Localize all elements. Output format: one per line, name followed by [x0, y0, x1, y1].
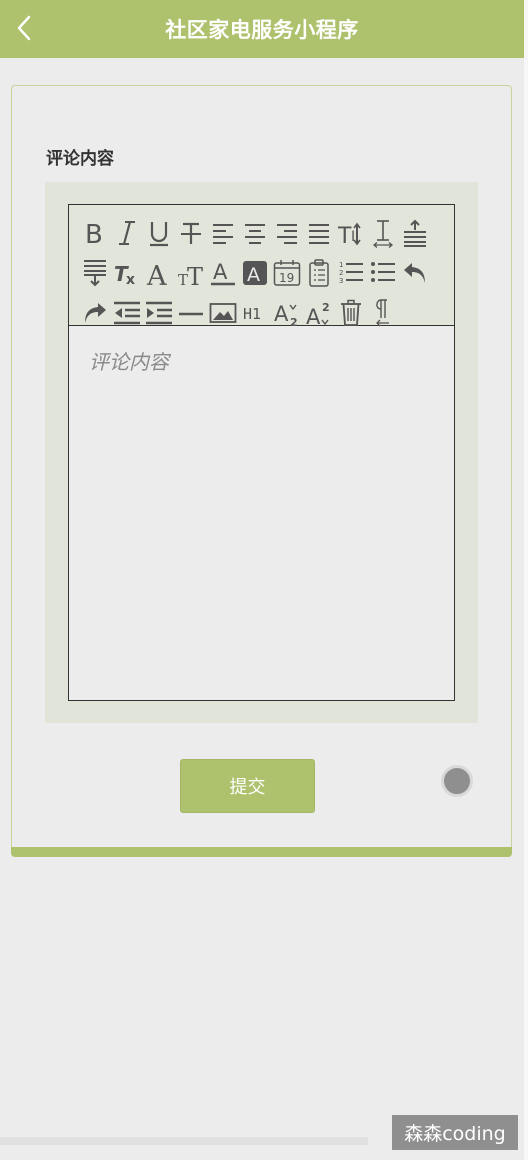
text-size-icon: TT: [178, 263, 203, 287]
ordered-list-button[interactable]: 123: [335, 253, 367, 293]
redo-icon: [85, 303, 106, 323]
spacing-after-button[interactable]: [79, 253, 111, 293]
bold-button[interactable]: B: [79, 213, 111, 253]
strikethrough-icon: [181, 222, 201, 244]
page-title: 社区家电服务小程序: [165, 18, 359, 42]
font-size-adjust-button[interactable]: TT: [175, 253, 207, 293]
svg-text:A: A: [274, 302, 289, 326]
submit-button[interactable]: 提交: [180, 759, 315, 813]
checklist-button[interactable]: [303, 253, 335, 293]
image-icon: [209, 303, 237, 323]
font-family-icon: A: [146, 261, 167, 287]
undo-button[interactable]: [399, 253, 431, 293]
spacing-before-button[interactable]: [399, 213, 431, 253]
indent-button[interactable]: [143, 293, 175, 333]
svg-text:19: 19: [279, 271, 294, 285]
subscript-button[interactable]: A2: [271, 293, 303, 333]
italic-icon: [119, 221, 135, 245]
svg-text:T: T: [337, 224, 352, 247]
bullet-list-button[interactable]: [367, 253, 399, 293]
pilcrow-icon: [376, 299, 389, 327]
text-direction-button[interactable]: [367, 293, 399, 333]
line-height-button[interactable]: [367, 213, 399, 253]
svg-text:A: A: [146, 261, 167, 287]
chevron-left-icon: [17, 15, 31, 41]
strikethrough-button[interactable]: [175, 213, 207, 253]
comment-form-card: 评论内容 B T I T x A T T A A 19 1 2 3 H1 A 2…: [11, 85, 512, 857]
svg-text:A: A: [213, 260, 228, 284]
align-center-icon: [245, 224, 265, 244]
align-right-icon: [277, 224, 297, 244]
superscript-button[interactable]: A2: [303, 293, 335, 333]
heading-icon: H1: [243, 305, 261, 323]
font-size-button[interactable]: TI: [335, 213, 367, 253]
align-justify-button[interactable]: [303, 213, 335, 253]
svg-text:A: A: [247, 264, 260, 286]
align-right-button[interactable]: [271, 213, 303, 253]
bullet-list-icon: [371, 262, 395, 282]
insert-image-button[interactable]: [207, 293, 239, 333]
trash-icon: [341, 299, 361, 326]
svg-text:x: x: [126, 272, 135, 287]
svg-text:A: A: [306, 305, 321, 327]
font-size-icon: TI: [337, 222, 361, 247]
svg-text:B: B: [85, 220, 103, 247]
clear-format-button[interactable]: Tx: [111, 253, 143, 293]
delete-button[interactable]: [335, 293, 367, 333]
paragraph-spacing-top-icon: [404, 219, 426, 247]
editor-content-area[interactable]: 评论内容: [69, 326, 454, 700]
calendar-icon: 19: [273, 260, 301, 286]
paragraph-spacing-bottom-icon: [84, 260, 106, 287]
scroll-strip: [524, 0, 528, 1160]
align-center-button[interactable]: [239, 213, 271, 253]
align-left-button[interactable]: [207, 213, 239, 253]
comment-field-label: 评论内容: [46, 149, 114, 169]
back-button[interactable]: [10, 12, 38, 44]
clear-format-icon: Tx: [114, 262, 135, 287]
editor-placeholder: 评论内容: [89, 350, 169, 374]
outdent-button[interactable]: [111, 293, 143, 333]
editor-toolbar: B T I T x A T T A A 19 1 2 3 H1 A 2 A 2: [69, 205, 454, 327]
bottom-bar: [0, 1137, 368, 1145]
indent-icon: [146, 301, 172, 325]
background-color-icon: A: [243, 261, 267, 286]
watermark: 森森coding: [392, 1115, 518, 1150]
align-left-icon: [213, 224, 233, 244]
svg-text:2: 2: [322, 301, 330, 314]
horizontal-rule-button[interactable]: [175, 293, 207, 333]
card-bottom-accent: [11, 847, 512, 857]
italic-button[interactable]: [111, 213, 143, 253]
insert-date-button[interactable]: 19: [271, 253, 303, 293]
navigation-bar: 社区家电服务小程序: [0, 0, 524, 58]
svg-text:2: 2: [290, 316, 298, 327]
editor-container: B T I T x A T T A A 19 1 2 3 H1 A 2 A 2 …: [45, 182, 478, 723]
undo-icon: [404, 263, 425, 283]
line-height-icon: [372, 220, 394, 248]
outdent-icon: [114, 301, 140, 325]
font-color-button[interactable]: A: [207, 253, 239, 293]
ordered-list-icon: 123: [339, 261, 363, 285]
bold-icon: B: [85, 220, 103, 247]
redo-button[interactable]: [79, 293, 111, 333]
font-color-icon: A: [211, 260, 235, 286]
svg-text:1: 1: [339, 261, 343, 269]
svg-text:T: T: [187, 263, 203, 287]
floating-assist-button[interactable]: [441, 765, 473, 797]
svg-text:H1: H1: [243, 305, 261, 323]
underline-icon: [150, 222, 168, 247]
heading-button[interactable]: H1: [239, 293, 271, 333]
underline-button[interactable]: [143, 213, 175, 253]
subscript-icon: A2: [274, 302, 298, 327]
svg-text:3: 3: [339, 277, 343, 285]
font-family-button[interactable]: A: [143, 253, 175, 293]
align-justify-icon: [309, 224, 329, 244]
svg-text:2: 2: [339, 269, 343, 277]
background-color-button[interactable]: A: [239, 253, 271, 293]
svg-text:I: I: [351, 229, 355, 245]
clipboard-checklist-icon: [309, 259, 329, 287]
superscript-icon: A2: [306, 301, 330, 327]
rich-text-editor: B T I T x A T T A A 19 1 2 3 H1 A 2 A 2 …: [68, 204, 455, 701]
horizontal-rule-icon: [179, 312, 203, 316]
